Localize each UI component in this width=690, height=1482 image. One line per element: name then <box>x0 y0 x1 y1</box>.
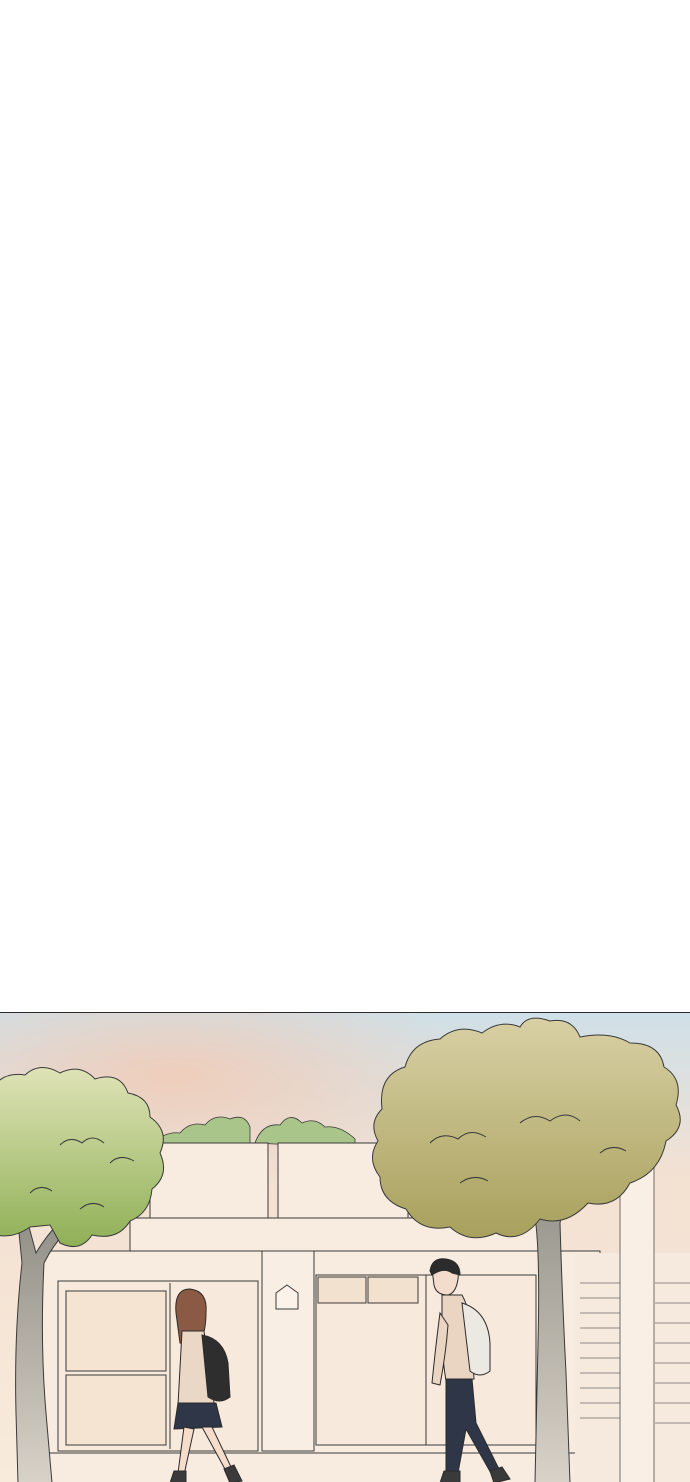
blank-space <box>0 0 690 1012</box>
street-scene-illustration <box>0 1013 690 1482</box>
comic-panel <box>0 1012 690 1482</box>
